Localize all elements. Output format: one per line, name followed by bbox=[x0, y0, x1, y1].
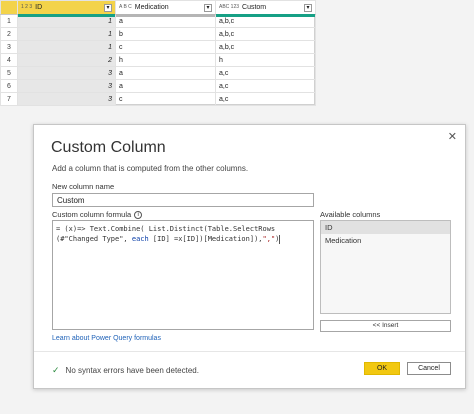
column-header-custom[interactable]: ABC 123 Custom ▾ bbox=[215, 0, 316, 15]
formula-editor[interactable]: = (x)=> Text.Combine( List.Distinct(Tabl… bbox=[52, 220, 314, 330]
column-quality-bar bbox=[116, 14, 215, 17]
cell-medication[interactable]: h bbox=[115, 53, 216, 67]
cell-medication[interactable]: a bbox=[115, 66, 216, 80]
column-header-label: Medication bbox=[134, 4, 169, 11]
table-row[interactable]: 5 3 a a,c bbox=[0, 66, 316, 80]
cell-id[interactable]: 3 bbox=[17, 79, 116, 93]
dialog-subtitle: Add a column that is computed from the o… bbox=[52, 164, 249, 173]
table-row[interactable]: 7 3 c a,c bbox=[0, 92, 316, 106]
cell-medication[interactable]: c bbox=[115, 92, 216, 106]
cell-custom[interactable]: a,c bbox=[215, 79, 316, 93]
cancel-button[interactable]: Cancel bbox=[407, 362, 451, 375]
cell-custom[interactable]: h bbox=[215, 53, 316, 67]
cell-medication[interactable]: c bbox=[115, 40, 216, 54]
formula-string: "," bbox=[262, 235, 276, 243]
row-number[interactable]: 7 bbox=[0, 92, 18, 106]
column-header-label: Custom bbox=[242, 4, 267, 11]
chevron-down-icon[interactable]: ▾ bbox=[304, 3, 312, 12]
table-row[interactable]: 6 3 a a,c bbox=[0, 79, 316, 93]
row-number[interactable]: 6 bbox=[0, 79, 18, 93]
divider bbox=[34, 351, 465, 352]
table-row[interactable]: 42hh bbox=[0, 53, 316, 67]
column-header-medication[interactable]: A B C Medication ▾ bbox=[115, 0, 216, 15]
row-number[interactable]: 1 bbox=[0, 14, 18, 28]
formula-keyword: each bbox=[131, 235, 149, 243]
formula-text: [ID] =x[ID])[Medication]), bbox=[148, 235, 263, 243]
row-number[interactable]: 5 bbox=[0, 66, 18, 80]
cell-custom[interactable]: a,b,c bbox=[215, 40, 316, 54]
dialog-title: Custom Column bbox=[51, 139, 166, 156]
cell-medication[interactable]: a bbox=[115, 79, 216, 93]
row-number[interactable]: 2 bbox=[0, 27, 18, 41]
new-column-name-label: New column name bbox=[52, 182, 115, 191]
syntax-status: ✓ No syntax errors have been detected. bbox=[52, 365, 199, 376]
available-columns-label: Available columns bbox=[320, 210, 381, 219]
formula-label: Custom column formula bbox=[52, 210, 132, 219]
row-number[interactable]: 3 bbox=[0, 40, 18, 54]
cell-id[interactable]: 3 bbox=[17, 66, 116, 80]
custom-column-dialog: ✕ Custom Column Add a column that is com… bbox=[33, 124, 466, 389]
cell-id[interactable]: 1 bbox=[17, 27, 116, 41]
data-grid: 1 2 3 ID ▾ A B C Medication ▾ ABC 123 Cu… bbox=[0, 0, 316, 106]
cell-id[interactable]: 2 bbox=[17, 53, 116, 67]
available-column-id[interactable]: ID bbox=[321, 221, 450, 234]
formula-line-2: (#"Changed Type", each [ID] =x[ID])[Medi… bbox=[56, 234, 310, 244]
close-icon[interactable]: ✕ bbox=[448, 130, 457, 143]
table-row[interactable]: 3 1 c a,b,c bbox=[0, 40, 316, 54]
formula-line-1: = (x)=> Text.Combine( List.Distinct(Tabl… bbox=[56, 224, 310, 234]
syntax-status-text: No syntax errors have been detected. bbox=[65, 366, 199, 375]
chevron-down-icon[interactable]: ▾ bbox=[104, 3, 112, 12]
whole-number-type-icon[interactable]: 1 2 3 bbox=[21, 5, 32, 10]
column-header-label: ID bbox=[35, 4, 43, 11]
select-all-corner[interactable] bbox=[0, 0, 18, 15]
learn-formulas-link[interactable]: Learn about Power Query formulas bbox=[52, 335, 161, 342]
cell-id[interactable]: 3 bbox=[17, 92, 116, 106]
table-row[interactable]: 2 1 b a,b,c bbox=[0, 27, 316, 41]
ok-button[interactable]: OK bbox=[364, 362, 400, 375]
available-columns-list[interactable]: ID Medication bbox=[320, 220, 451, 314]
text-cursor bbox=[279, 234, 281, 244]
available-column-medication[interactable]: Medication bbox=[321, 234, 450, 247]
insert-button[interactable]: << Insert bbox=[320, 320, 451, 332]
cell-custom[interactable]: a,c bbox=[215, 66, 316, 80]
column-quality-bar bbox=[216, 14, 315, 17]
cell-custom[interactable]: a,b,c bbox=[215, 27, 316, 41]
formula-text: = (x)=> Text.Combine( List.Distinct(Tabl… bbox=[56, 225, 276, 233]
formula-text: (#"Changed Type", bbox=[56, 235, 132, 243]
column-quality-bar bbox=[18, 14, 115, 17]
chevron-down-icon[interactable]: ▾ bbox=[204, 3, 212, 12]
header-row: 1 2 3 ID ▾ A B C Medication ▾ ABC 123 Cu… bbox=[0, 0, 316, 15]
any-type-icon[interactable]: ABC 123 bbox=[219, 5, 239, 10]
cell-custom[interactable]: a,c bbox=[215, 92, 316, 106]
cell-medication[interactable]: b bbox=[115, 27, 216, 41]
row-number[interactable]: 4 bbox=[0, 53, 18, 67]
new-column-name-input[interactable] bbox=[52, 193, 314, 207]
cell-id[interactable]: 1 bbox=[17, 40, 116, 54]
formula-label-row: Custom column formula i bbox=[52, 210, 143, 220]
checkmark-icon: ✓ bbox=[52, 365, 60, 375]
text-type-icon[interactable]: A B C bbox=[119, 5, 132, 10]
column-header-id[interactable]: 1 2 3 ID ▾ bbox=[17, 0, 116, 15]
info-icon[interactable]: i bbox=[134, 211, 143, 220]
